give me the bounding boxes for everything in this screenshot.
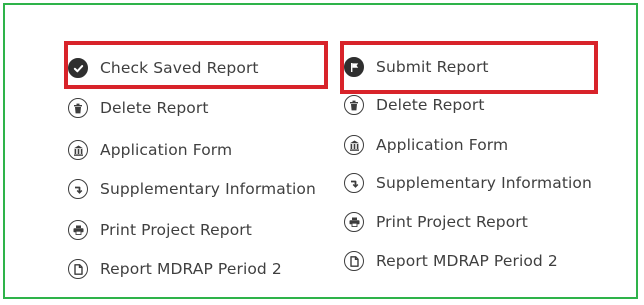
- print-project-report-label: Print Project Report: [376, 213, 528, 231]
- supplementary-information-label: Supplementary Information: [376, 174, 592, 192]
- submit-report-label: Submit Report: [376, 58, 489, 76]
- trash-icon: [68, 98, 88, 118]
- print-project-report-link-right[interactable]: Print Project Report: [342, 206, 528, 238]
- print-project-report-link[interactable]: Print Project Report: [66, 214, 252, 246]
- application-form-label: Application Form: [376, 136, 509, 154]
- report-mdrap-period-2-label: Report MDRAP Period 2: [376, 252, 558, 270]
- application-form-link[interactable]: Application Form: [66, 134, 232, 166]
- building-icon: [344, 135, 364, 155]
- report-mdrap-period-2-label: Report MDRAP Period 2: [100, 260, 282, 278]
- building-icon: [68, 140, 88, 160]
- delete-report-link[interactable]: Delete Report: [66, 92, 209, 124]
- arrow-return-icon: [68, 179, 88, 199]
- application-form-label: Application Form: [100, 141, 233, 159]
- printer-icon: [68, 220, 88, 240]
- supplementary-information-link[interactable]: Supplementary Information: [66, 173, 316, 205]
- delete-report-link-right[interactable]: Delete Report: [342, 89, 485, 121]
- document-icon: [344, 251, 364, 271]
- supplementary-information-label: Supplementary Information: [100, 180, 316, 198]
- print-project-report-label: Print Project Report: [100, 221, 252, 239]
- delete-report-label: Delete Report: [100, 99, 209, 117]
- document-icon: [68, 259, 88, 279]
- submit-report-link[interactable]: Submit Report: [342, 51, 489, 83]
- application-form-link-right[interactable]: Application Form: [342, 129, 508, 161]
- report-mdrap-period-2-link[interactable]: Report MDRAP Period 2: [66, 253, 282, 285]
- check-saved-report-label: Check Saved Report: [100, 59, 259, 77]
- check-circle-icon: [68, 58, 88, 78]
- supplementary-information-link-right[interactable]: Supplementary Information: [342, 167, 592, 199]
- flag-icon: [344, 57, 364, 77]
- printer-icon: [344, 212, 364, 232]
- arrow-return-icon: [344, 173, 364, 193]
- report-mdrap-period-2-link-right[interactable]: Report MDRAP Period 2: [342, 245, 558, 277]
- check-saved-report-link[interactable]: Check Saved Report: [66, 52, 259, 84]
- trash-icon: [344, 95, 364, 115]
- delete-report-label: Delete Report: [376, 96, 485, 114]
